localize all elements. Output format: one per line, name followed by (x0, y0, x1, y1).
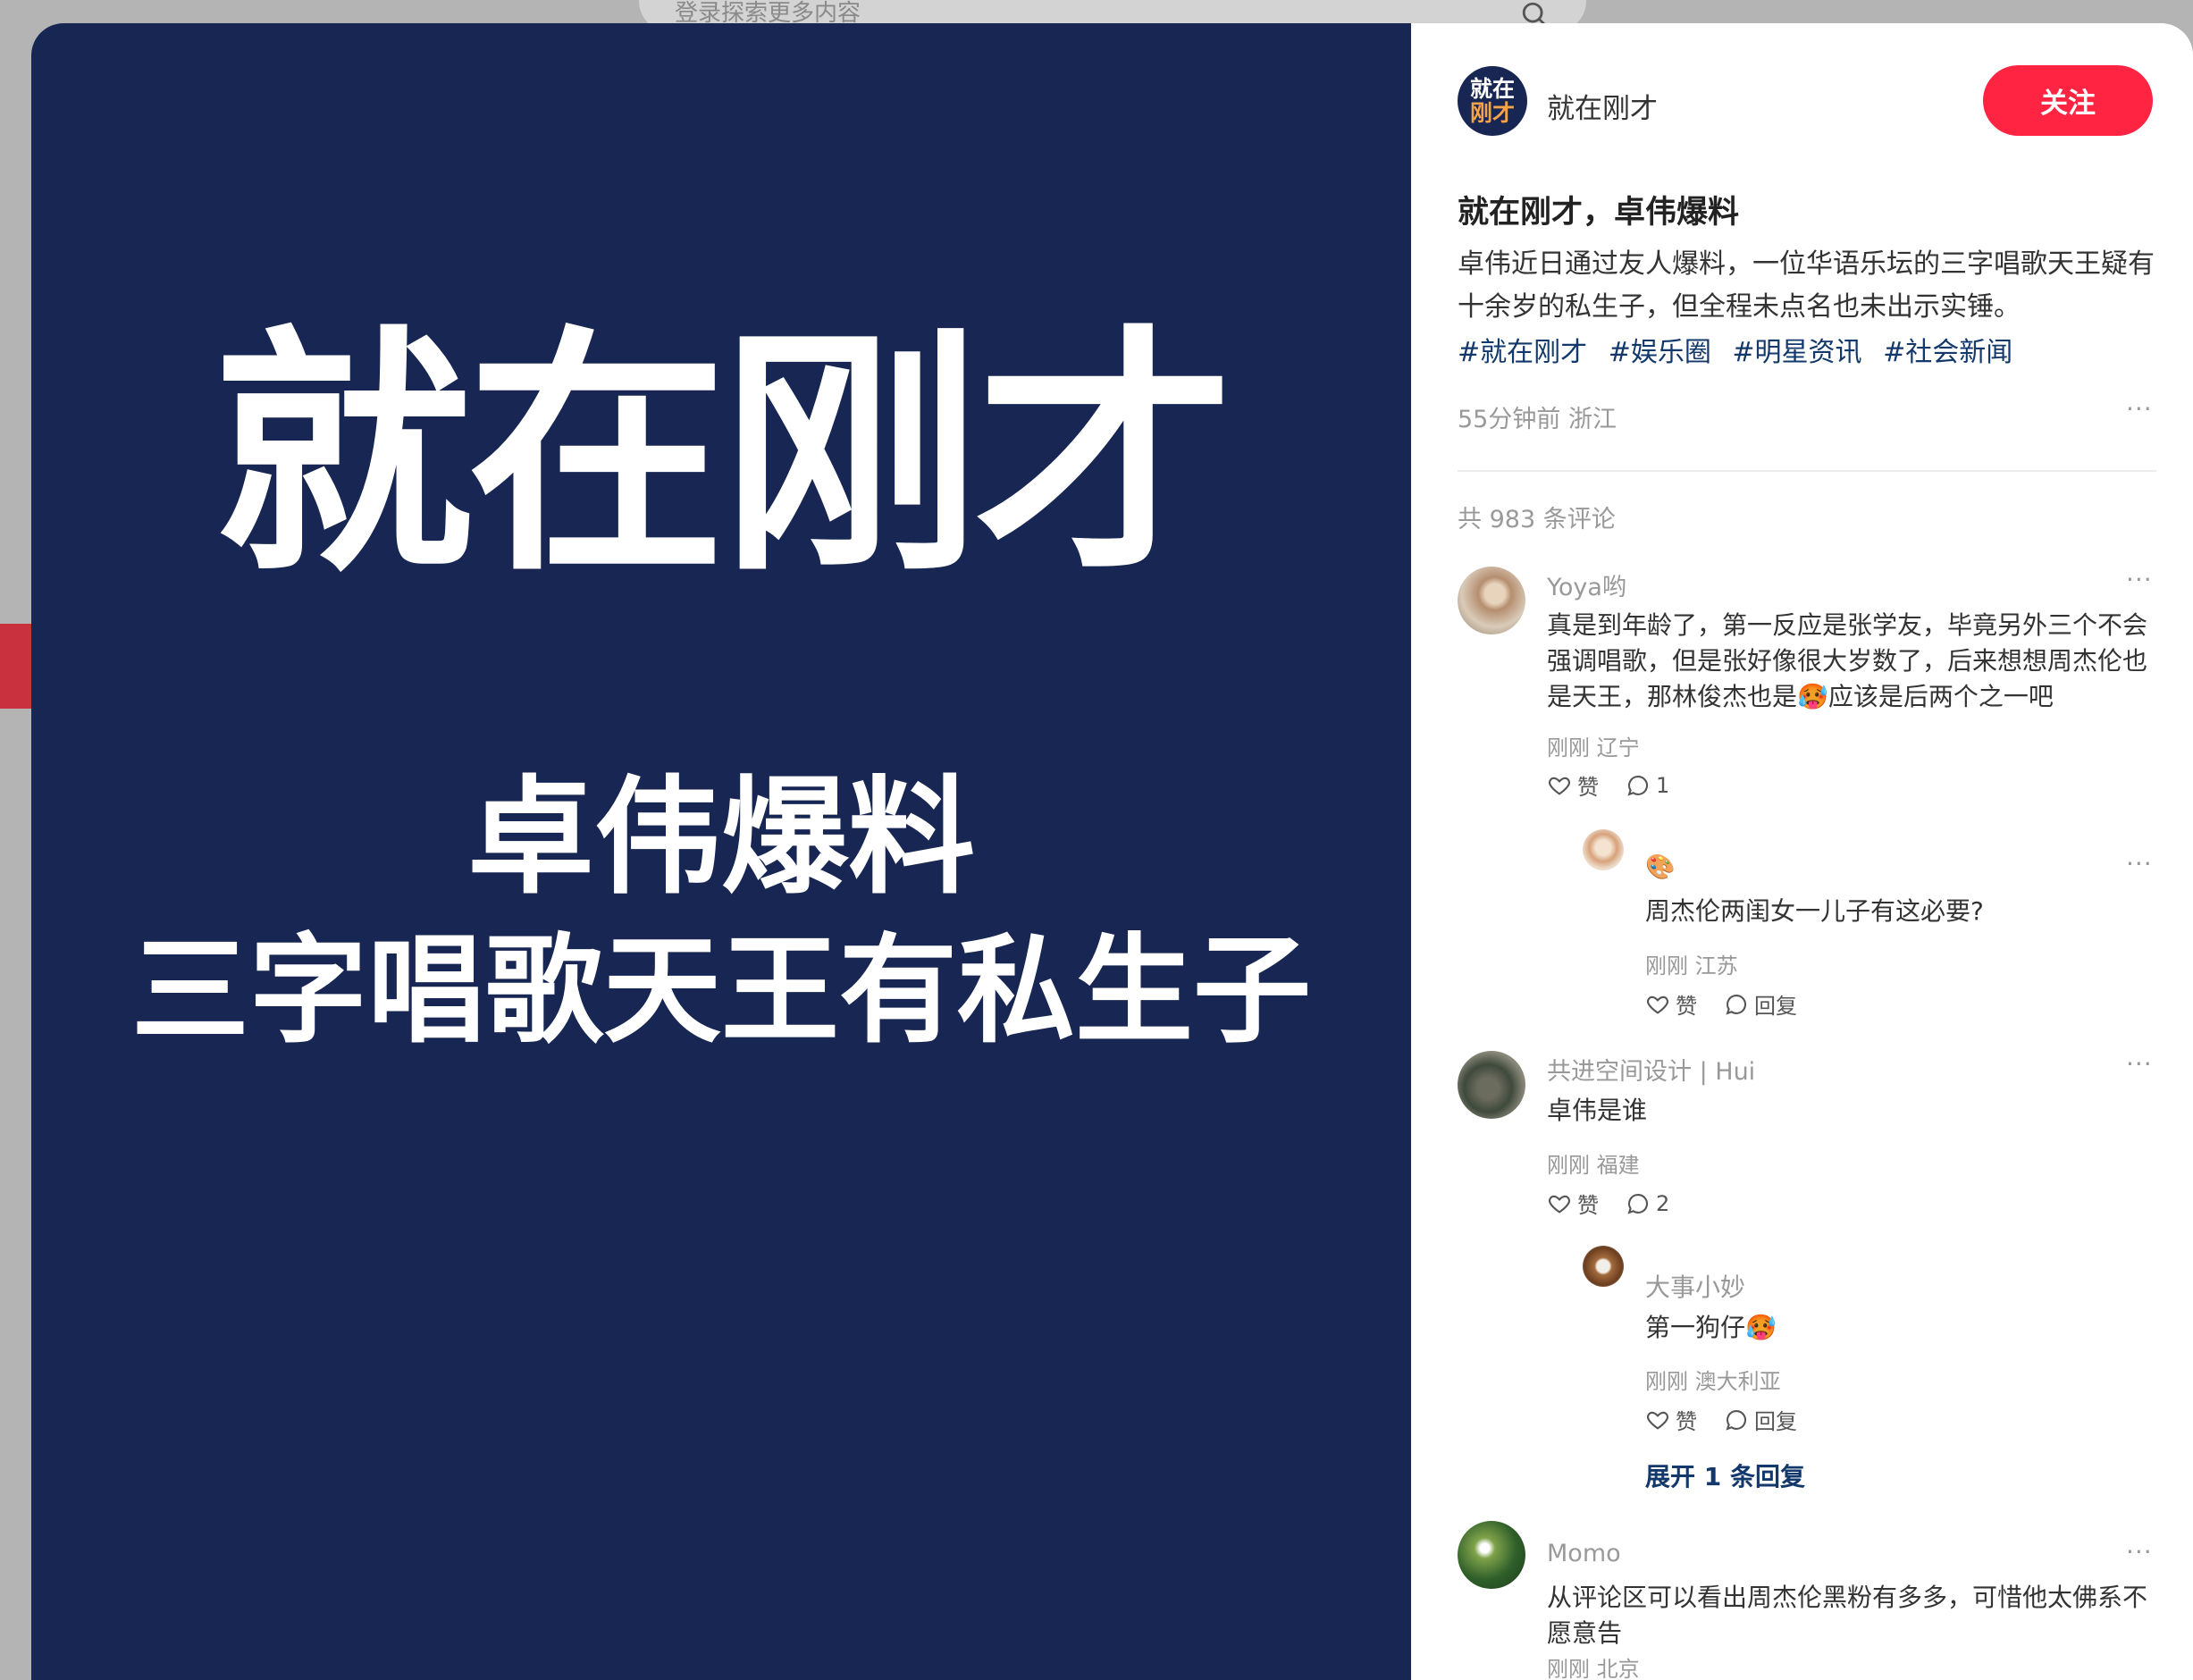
comment-more-button[interactable]: ··· (2126, 1049, 2153, 1079)
comment-count: 共 983 条评论 (1458, 506, 1616, 533)
reply-button[interactable]: 回复 (1724, 1404, 1797, 1435)
reply-text: 第一狗仔🥵 (1645, 1313, 1777, 1342)
image-subtitle-2: 三字唱歌天王有私生子 (131, 922, 1311, 1060)
reply-actions: 赞 回复 (1645, 988, 1824, 1020)
user-avatar[interactable] (1458, 567, 1525, 634)
comment-icon (1726, 994, 1747, 1015)
like-button[interactable]: 赞 (1547, 769, 1599, 801)
note-image[interactable]: 就在刚才 卓伟爆料 三字唱歌天王有私生子 (31, 23, 1411, 1680)
expand-replies-button[interactable]: 展开 1 条回复 (1645, 1457, 1805, 1493)
comment-meta: 刚刚 北京 (1547, 1657, 1640, 1680)
reply-button[interactable]: 1 (1626, 773, 1669, 798)
reply-username[interactable]: 大事小妙 (1645, 1268, 1745, 1304)
divider (1458, 470, 2156, 472)
comment-actions: 赞 1 (1547, 769, 1696, 801)
reply-actions: 赞 回复 (1645, 1404, 1824, 1435)
image-headline: 就在刚才 (214, 306, 1234, 607)
note-detail-modal: 就在刚才 卓伟爆料 三字唱歌天王有私生子 就在 刚才 就在刚才 关注 就在刚才，… (31, 23, 2193, 1680)
comment-meta: 刚刚 辽宁 (1547, 735, 1640, 760)
reply-count: 1 (1656, 772, 1670, 798)
comment-text: 卓伟是谁 (1547, 1096, 1648, 1125)
comment-icon (1627, 1193, 1649, 1214)
comment-meta: 刚刚 福建 (1547, 1153, 1640, 1178)
reply-meta: 刚刚 澳大利亚 (1645, 1369, 1781, 1394)
like-button[interactable]: 赞 (1547, 1188, 1599, 1219)
reply-text: 周杰伦两闺女一儿子有这必要? (1645, 896, 1984, 926)
heart-icon (1549, 1195, 1570, 1214)
tag-link[interactable]: #明星资讯 (1732, 337, 1861, 368)
note-description: 卓伟近日通过友人爆料，一位华语乐坛的三字唱歌天王疑有十余岁的私生子，但全程未点名… (1458, 248, 2155, 323)
image-subtitle-1: 卓伟爆料 (467, 764, 975, 911)
heart-icon (1647, 995, 1668, 1014)
avatar-text-1: 就在 (1469, 76, 1515, 102)
reply-username[interactable]: 🎨 (1645, 853, 1676, 881)
tag-link[interactable]: #就在刚才 (1458, 337, 1587, 368)
like-button[interactable]: 赞 (1645, 988, 1697, 1020)
note-more-button[interactable]: ··· (2126, 394, 2153, 424)
reply-label: 回复 (1754, 994, 1797, 1019)
user-avatar[interactable] (1458, 1521, 1525, 1589)
like-label: 赞 (1676, 994, 1697, 1019)
reply-count: 2 (1656, 1190, 1670, 1216)
like-button[interactable]: 赞 (1645, 1404, 1697, 1435)
avatar-text-2: 刚才 (1469, 100, 1515, 126)
like-label: 赞 (1577, 1193, 1599, 1218)
heart-icon (1647, 1411, 1668, 1430)
note-panel: 就在 刚才 就在刚才 关注 就在刚才，卓伟爆料 卓伟近日通过友人爆料，一位华语乐… (1411, 23, 2193, 1680)
comment-username[interactable]: Yoya哟 (1547, 567, 1626, 602)
comment-actions: 赞 2 (1547, 1188, 1696, 1219)
comment-username[interactable]: 共进空间设计 | Hui (1547, 1052, 1755, 1087)
reply-button[interactable]: 回复 (1724, 988, 1797, 1020)
reply-meta: 刚刚 江苏 (1645, 953, 1738, 979)
like-label: 赞 (1577, 775, 1599, 800)
tag-link[interactable]: #社会新闻 (1883, 337, 2012, 368)
user-avatar[interactable] (1458, 1051, 1525, 1119)
tag-list: #就在刚才 #娱乐圈 #明星资讯 #社会新闻 (1458, 330, 2025, 369)
note-meta: 55分钟前 浙江 (1458, 406, 1617, 433)
user-avatar[interactable] (1583, 1246, 1624, 1287)
reply-button[interactable]: 2 (1626, 1191, 1669, 1216)
comment-more-button[interactable]: ··· (2126, 1537, 2153, 1567)
comment-icon (1726, 1409, 1747, 1431)
heart-icon (1549, 777, 1570, 795)
author-avatar[interactable]: 就在 刚才 (1458, 66, 1527, 136)
comment-text: 从评论区可以看出周杰伦黑粉有多多，可惜他太佛系不愿意告 (1547, 1583, 2148, 1648)
like-label: 赞 (1676, 1409, 1697, 1434)
comment-text: 真是到年龄了，第一反应是张学友，毕竟另外三个不会强调唱歌，但是张好像很大岁数了，… (1547, 610, 2148, 711)
side-tab[interactable] (0, 624, 31, 709)
note-title: 就在刚才，卓伟爆料 (1458, 195, 1740, 231)
tag-link[interactable]: #娱乐圈 (1609, 337, 1711, 368)
comment-icon (1627, 775, 1649, 796)
comment-more-button[interactable]: ··· (2126, 565, 2153, 594)
author-name[interactable]: 就在刚才 (1547, 86, 1658, 126)
user-avatar[interactable] (1583, 829, 1624, 870)
follow-button[interactable]: 关注 (1983, 65, 2153, 136)
comment-username[interactable]: Momo (1547, 1540, 1621, 1567)
reply-label: 回复 (1754, 1409, 1797, 1434)
reply-more-button[interactable]: ··· (2126, 849, 2153, 878)
